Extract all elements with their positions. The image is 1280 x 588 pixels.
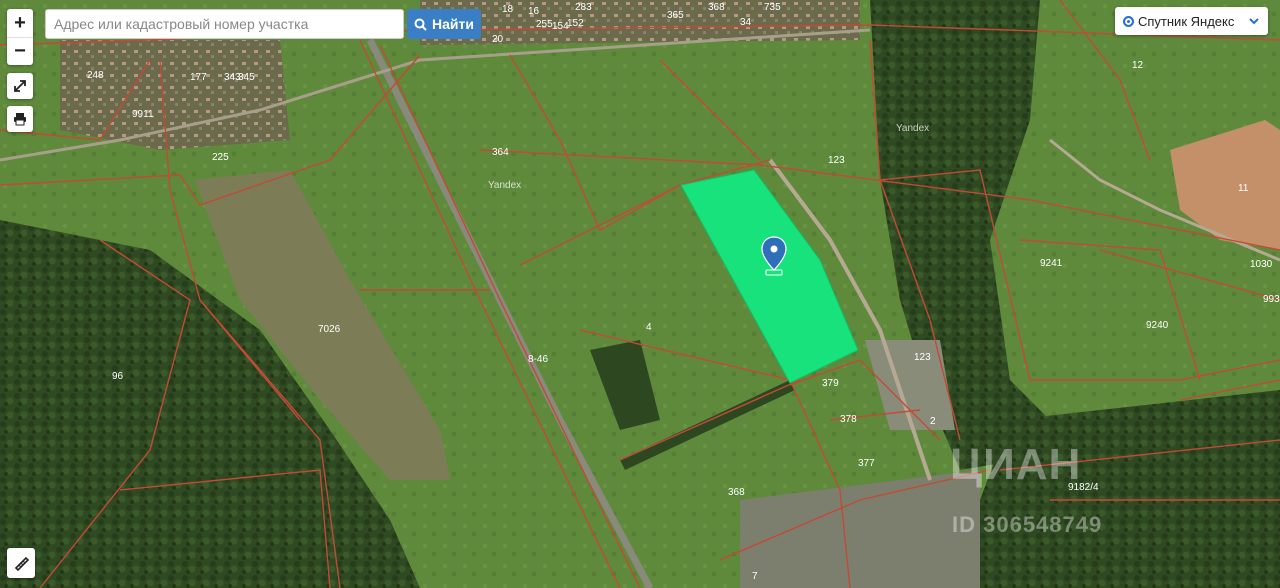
chevron-down-icon [1249, 18, 1259, 25]
parcel-label: 11 [1238, 183, 1249, 194]
parcel-label: 20 [492, 34, 504, 45]
parcel-label: 1030 [1250, 259, 1273, 270]
search-field[interactable] [45, 9, 404, 39]
parcel-label: 379 [822, 378, 839, 389]
parcel-label: 4 [646, 322, 652, 333]
zoom-in-button[interactable]: + [7, 9, 33, 37]
parcel-label: 34 [740, 17, 752, 28]
expand-icon [14, 80, 26, 92]
parcel-label: 2 [930, 416, 936, 427]
parcel-label: 7 [752, 571, 758, 582]
parcel-label: 283 [575, 2, 592, 13]
parcel-label: 9240 [1146, 320, 1169, 331]
parcel-label: 8-46 [528, 354, 548, 365]
parcel-label: 364 [492, 147, 509, 158]
layer-selected-label: Спутник Яндекс [1138, 13, 1235, 29]
watermark-id: ID 306548749 [952, 512, 1103, 537]
search-icon [414, 18, 427, 31]
zoom-control: + − [7, 9, 33, 65]
parcel-label: 9241 [1040, 258, 1063, 269]
parcel-label: 248 [87, 70, 104, 81]
village-north [420, 0, 860, 45]
parcel-label: 368 [728, 487, 745, 498]
watermark-logo: ЦИАН [950, 440, 1082, 489]
search-button[interactable]: Найти [407, 9, 481, 39]
parcel-label: 993 [1263, 294, 1280, 305]
parcel-label: 18 [502, 4, 514, 15]
village-northwest [60, 40, 290, 150]
search-input[interactable] [46, 10, 403, 38]
parcel-label: 225 [212, 152, 229, 163]
parcel-label: 16 [528, 6, 540, 17]
map-layer-select[interactable]: Спутник Яндекс [1115, 7, 1268, 35]
watermark: ЦИАН ID 306548749 [950, 440, 1170, 550]
parcel-label: 9911 [132, 109, 154, 120]
parcel-label: 377 [858, 458, 875, 469]
parcel-label: 255 [536, 19, 553, 30]
zoom-out-button[interactable]: − [7, 37, 33, 65]
parcel-label: 177 [190, 72, 207, 83]
search-button-label: Найти [432, 16, 474, 32]
yandex-mark: Yandex [896, 123, 929, 134]
parcel-label: 365 [667, 10, 684, 21]
parcel-label: 735 [764, 2, 781, 13]
parcel-label: 152 [567, 18, 584, 29]
parcel-label: 368 [708, 2, 725, 13]
fullscreen-button[interactable] [7, 73, 33, 99]
parcel-label: 123 [828, 155, 845, 166]
parcel-label: 123 [914, 352, 931, 363]
parcel-label: 345 [238, 72, 255, 83]
print-button[interactable] [7, 106, 33, 132]
measure-button[interactable] [7, 548, 35, 578]
parcel-label: 7026 [318, 324, 341, 335]
parcel-label: 96 [112, 371, 124, 382]
map-viewport[interactable]: 20 283 18 16 255 154 152 365 368 735 34 … [0, 0, 1280, 588]
layer-radio[interactable] [1123, 15, 1134, 27]
ruler-icon [14, 556, 29, 571]
print-icon [14, 113, 26, 126]
parcel-label: 378 [840, 414, 857, 425]
parcel-label: 12 [1132, 60, 1144, 71]
yandex-mark: Yandex [488, 180, 521, 191]
